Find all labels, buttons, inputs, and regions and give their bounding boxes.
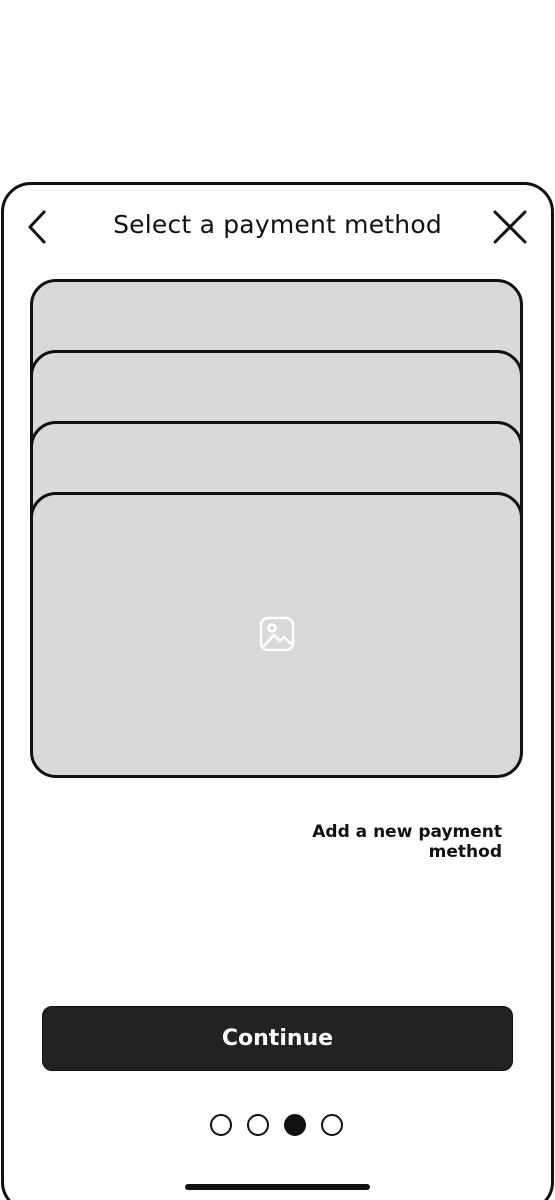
chevron-left-icon xyxy=(28,210,46,244)
continue-button[interactable]: Continue xyxy=(42,1006,513,1071)
home-indicator xyxy=(185,1184,370,1190)
back-button[interactable] xyxy=(22,206,54,248)
close-icon xyxy=(493,210,527,244)
pagination-dot-1 xyxy=(210,1114,232,1136)
image-placeholder-icon xyxy=(259,616,295,652)
pagination-dot-3-active xyxy=(284,1114,306,1136)
pagination-dot-4 xyxy=(321,1114,343,1136)
page-title: Select a payment method xyxy=(113,210,442,239)
pagination-dot-2 xyxy=(247,1114,269,1136)
add-payment-method-link[interactable]: Add a new payment method xyxy=(240,822,502,862)
close-button[interactable] xyxy=(490,206,530,248)
